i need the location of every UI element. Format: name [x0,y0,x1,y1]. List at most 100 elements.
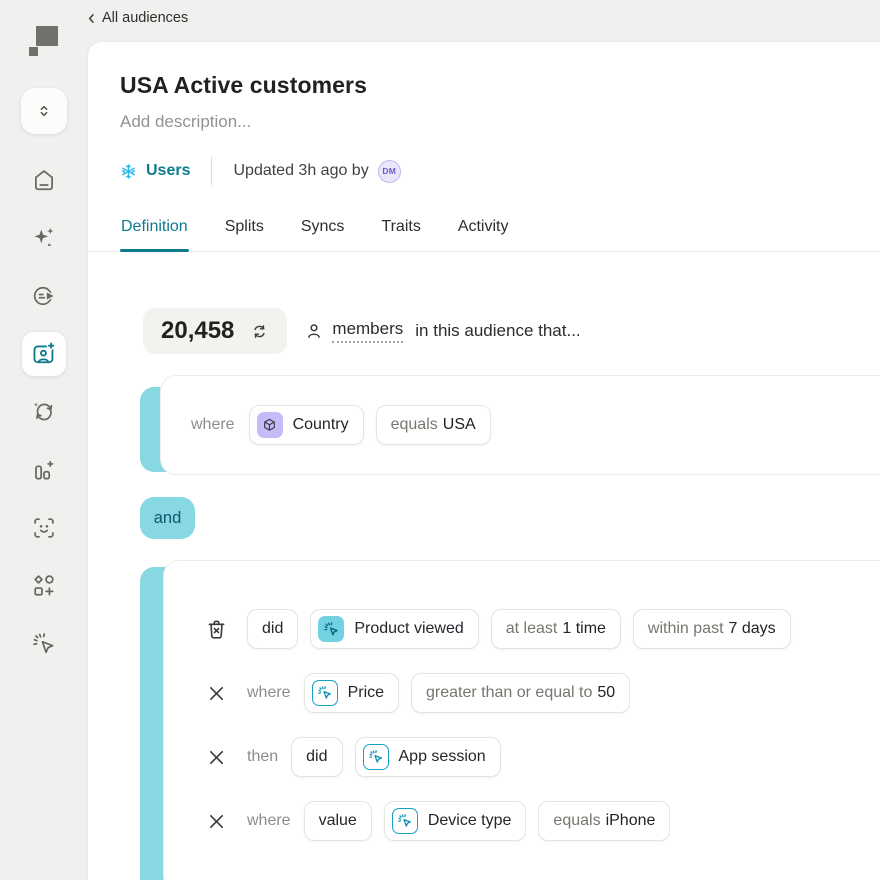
sidebar-item-analytics[interactable] [22,448,66,492]
condition-card: did Product viewed at least 1 time withi… [163,560,880,880]
sidebar-item-home[interactable] [22,158,66,202]
chevron-left-icon [84,11,99,26]
journeys-loop-icon [31,399,57,425]
members-link[interactable]: members [332,319,404,343]
sidebar-nav [22,158,66,666]
tab-definition[interactable]: Definition [120,210,189,252]
value-label: value [318,812,357,829]
page-title: USA Active customers [120,72,367,98]
operator-text: greater than or equal to [426,684,593,701]
member-count-value: 20,458 [161,317,235,344]
operator-button[interactable]: equals USA [375,405,491,445]
tab-splits[interactable]: Splits [224,210,265,251]
event-condition-row: did Product viewed at least 1 time withi… [204,609,880,649]
magic-cursor-icon [311,680,338,706]
snowflake-icon [120,163,137,180]
did-label: did [306,748,328,765]
cube-icon [256,412,283,438]
operator-button[interactable]: greater than or equal to 50 [411,673,631,713]
and-connector-chip[interactable]: and [140,497,195,539]
audience-detail-card: USA Active customers Add description... … [88,42,880,880]
property-button[interactable]: Price [303,673,400,713]
refresh-icon[interactable] [250,322,269,341]
then-condition-row: then did App session [204,737,880,777]
magic-cursor-icon [318,616,345,642]
sidebar-item-event-explorer[interactable] [22,622,66,666]
close-icon[interactable] [204,747,228,768]
divider [211,157,213,185]
sidebar-item-journeys[interactable] [22,390,66,434]
members-suffix: in this audience that... [415,321,581,340]
property-button[interactable]: Device type [383,801,527,841]
face-scan-icon [31,515,57,541]
value-button[interactable]: value [303,801,372,841]
definition-panel: 20,458 members in this audience that... … [88,252,880,880]
sidebar-item-apps[interactable] [22,564,66,608]
updated-text: Updated 3h ago by [233,162,369,179]
close-icon[interactable] [204,683,228,704]
property-name: Device type [427,812,512,829]
chevron-up-down-icon [34,101,54,121]
sidebar [0,0,88,880]
apps-shapes-icon [31,573,57,599]
magic-cursor-icon [31,631,57,657]
avatar[interactable]: DM [377,159,401,183]
operator-button[interactable]: equals iPhone [538,801,671,841]
event-name: Product viewed [354,620,464,637]
event-button[interactable]: App session [354,737,501,777]
did-button[interactable]: did [247,609,299,649]
logo-big-square [36,26,58,46]
event-name: App session [398,748,486,765]
person-icon [304,321,324,341]
property-condition-row: where Price greater than or equal to 50 [204,673,880,713]
audiences-icon [31,341,57,367]
sidebar-item-profiles[interactable] [22,274,66,318]
sidebar-item-identity[interactable] [22,506,66,550]
magic-cursor-icon [391,808,418,834]
meta-row: Users Updated 3h ago by DM [120,157,848,185]
value-condition-row: where value Device type equals iPhone [204,801,880,841]
member-count-pill: 20,458 [143,308,288,354]
audience-header: USA Active customers Add description... … [88,42,880,185]
sidebar-item-audiences[interactable] [22,332,66,376]
sidebar-item-ai[interactable] [22,216,66,260]
operator-text: equals [390,416,438,433]
condition-keyword: where [191,416,235,433]
event-button[interactable]: Product viewed [310,609,479,649]
operator-value: iPhone [605,812,656,829]
logo-small-square [29,47,38,56]
operator-text: equals [553,812,601,829]
operator-value: USA [442,416,476,433]
analytics-chart-icon [31,457,57,483]
updated-info: Updated 3h ago by DM [233,159,401,183]
window-value: 7 days [728,620,776,637]
did-button[interactable]: did [291,737,343,777]
time-window-button[interactable]: within past 7 days [632,609,791,649]
condition-card: where Country equals USA [160,375,880,475]
ai-sparkles-icon [31,225,57,251]
condition-group-2: did Product viewed at least 1 time withi… [140,560,880,880]
source-link[interactable]: Users [120,162,190,180]
members-group: members in this audience that... [304,319,581,343]
trash-icon[interactable] [204,618,228,641]
frequency-button[interactable]: at least 1 time [490,609,621,649]
source-label: Users [146,162,191,179]
property-name: Price [347,684,385,701]
tab-traits[interactable]: Traits [380,210,421,251]
tab-syncs[interactable]: Syncs [300,210,346,251]
condition-row: where Country equals USA [191,405,880,445]
description-placeholder[interactable]: Add description... [120,112,848,132]
company-logo[interactable] [24,24,64,64]
breadcrumb-back[interactable]: All audiences [84,10,188,26]
tab-activity[interactable]: Activity [457,210,510,251]
frequency-text: at least [505,620,558,637]
magic-cursor-icon [362,744,389,770]
breadcrumb-label: All audiences [102,10,189,26]
workspace-switcher-button[interactable] [21,88,67,134]
condition-keyword: where [247,684,291,701]
profiles-icon [31,283,57,309]
property-button[interactable]: Country [248,405,364,445]
close-icon[interactable] [204,811,228,832]
home-icon [31,167,57,193]
condition-group-1: where Country equals USA [140,375,880,475]
